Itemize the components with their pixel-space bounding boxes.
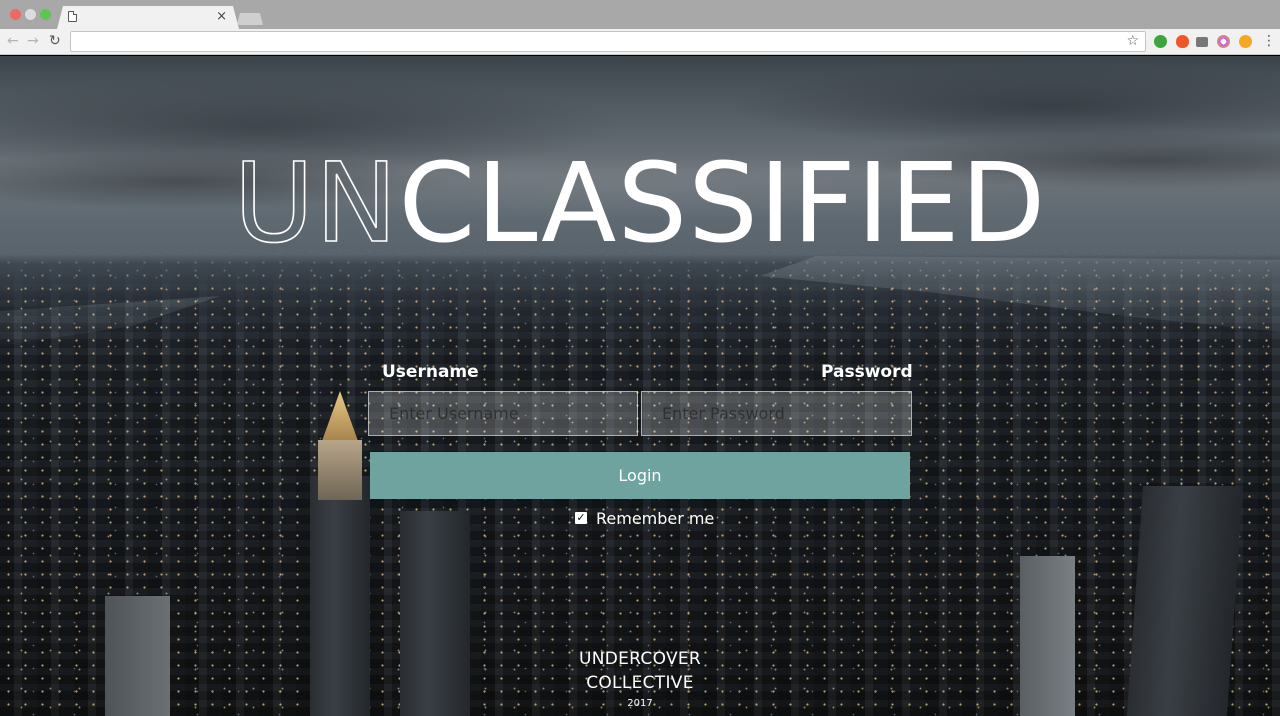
instagram-extension-icon[interactable] — [1217, 35, 1230, 48]
footer-line-1: UNDERCOVER — [578, 649, 702, 669]
forward-arrow-icon[interactable]: → — [27, 33, 39, 49]
username-input[interactable] — [368, 391, 638, 436]
browser-menu-icon[interactable]: ⋮ — [1262, 32, 1276, 50]
password-input[interactable] — [641, 391, 912, 436]
remember-me[interactable]: ✓ Remember me — [575, 508, 714, 528]
bookmark-star-icon[interactable]: ☆ — [1126, 33, 1139, 50]
browser-tab[interactable]: × — [57, 6, 239, 29]
remember-label[interactable]: Remember me — [596, 509, 714, 528]
site-logo: UNCLASSIFIED — [0, 147, 1280, 259]
reload-icon[interactable]: ↻ — [49, 33, 61, 49]
play-extension-icon[interactable] — [1239, 35, 1252, 48]
username-label: Username — [382, 362, 479, 382]
spire-base — [318, 440, 362, 500]
remember-checkbox[interactable]: ✓ — [575, 512, 587, 524]
back-arrow-icon[interactable]: ← — [7, 33, 19, 49]
password-label: Password — [821, 362, 913, 382]
new-tab-button[interactable] — [237, 13, 263, 25]
page-icon — [68, 11, 77, 22]
address-bar[interactable]: ☆ — [70, 31, 1146, 52]
footer-line-2: COLLECTIVE — [586, 673, 694, 693]
maximize-window-button[interactable] — [40, 9, 51, 20]
login-button[interactable]: Login — [370, 452, 910, 499]
camera-extension-icon[interactable] — [1196, 37, 1208, 47]
minimize-window-button[interactable] — [25, 9, 36, 20]
footer-year: 2017 — [627, 698, 653, 709]
logo-bold-part: CLASSIFIED — [398, 139, 1047, 267]
logo-thin-part: UN — [233, 139, 399, 267]
footer: UNDERCOVER COLLECTIVE 2017 — [0, 647, 1280, 711]
browser-toolbar: ← → ↻ ☆ ⋮ — [0, 29, 1280, 55]
browser-tab-bar: × — [0, 0, 1280, 29]
tab-close-icon[interactable]: × — [216, 9, 227, 25]
green-extension-icon[interactable] — [1154, 35, 1167, 48]
page-viewport: UNCLASSIFIED Username Password Login ✓ R… — [0, 56, 1280, 716]
close-window-button[interactable] — [10, 9, 21, 20]
fire-extension-icon[interactable] — [1176, 35, 1189, 48]
